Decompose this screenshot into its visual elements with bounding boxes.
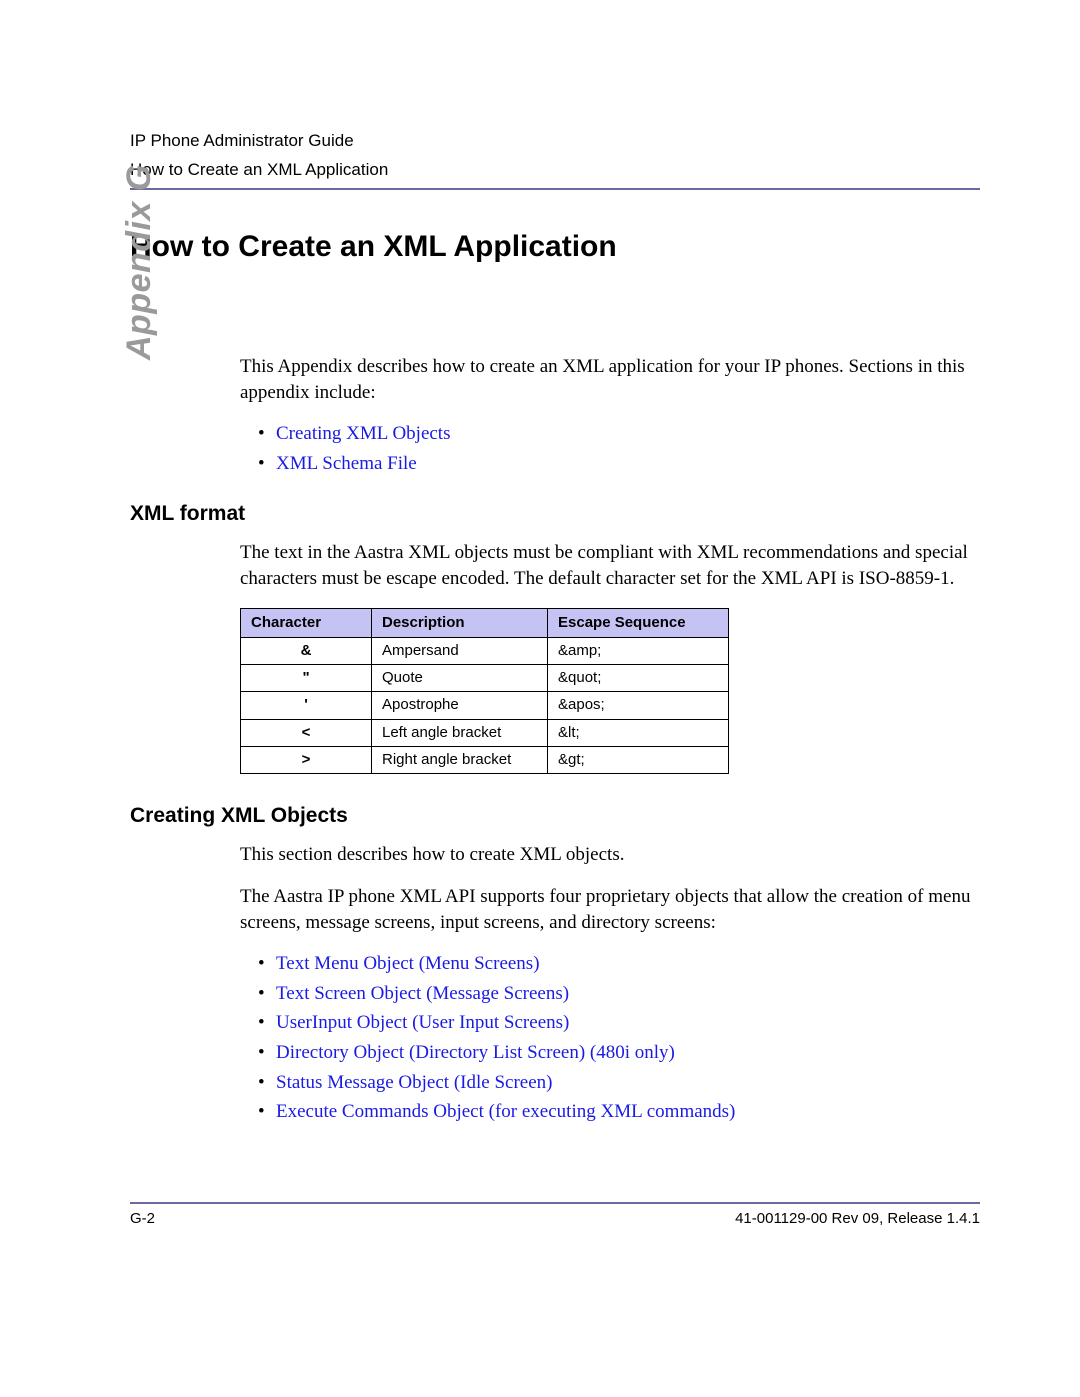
creating-objects-para1: This section describes how to create XML…	[240, 842, 980, 868]
page-footer: G-2 41-001129-00 Rev 09, Release 1.4.1	[130, 1210, 980, 1227]
cell-esc: &amp;	[548, 637, 729, 664]
table-header-description: Description	[372, 608, 548, 637]
footer-release-info: 41-001129-00 Rev 09, Release 1.4.1	[735, 1210, 980, 1227]
table-row: " Quote &quot;	[241, 665, 729, 692]
object-link-list: Text Menu Object (Menu Screens) Text Scr…	[240, 951, 980, 1125]
cell-desc: Left angle bracket	[372, 719, 548, 746]
header-rule	[130, 188, 980, 190]
table-header-character: Character	[241, 608, 372, 637]
intro-paragraph: This Appendix describes how to create an…	[240, 354, 980, 405]
table-row: > Right angle bracket &gt;	[241, 746, 729, 773]
cell-desc: Apostrophe	[372, 692, 548, 719]
cell-char: "	[241, 665, 372, 692]
running-header-line2: How to Create an XML Application	[130, 159, 980, 182]
section-xml-format-heading: XML format	[130, 502, 980, 526]
xml-format-paragraph: The text in the Aastra XML objects must …	[240, 540, 980, 591]
cell-esc: &gt;	[548, 746, 729, 773]
table-row: ' Apostrophe &apos;	[241, 692, 729, 719]
table-row: < Left angle bracket &lt;	[241, 719, 729, 746]
link-userinput-object[interactable]: UserInput Object (User Input Screens)	[276, 1012, 569, 1033]
link-directory-object[interactable]: Directory Object (Directory List Screen)…	[276, 1042, 675, 1063]
cell-desc: Quote	[372, 665, 548, 692]
running-header-line1: IP Phone Administrator Guide	[130, 130, 980, 153]
footer-page-number: G-2	[130, 1210, 155, 1227]
cell-esc: &lt;	[548, 719, 729, 746]
cell-desc: Right angle bracket	[372, 746, 548, 773]
cell-char: &	[241, 637, 372, 664]
link-creating-xml-objects[interactable]: Creating XML Objects	[276, 423, 450, 444]
link-text-screen-object[interactable]: Text Screen Object (Message Screens)	[276, 983, 569, 1004]
cell-esc: &apos;	[548, 692, 729, 719]
cell-char: <	[241, 719, 372, 746]
table-row: & Ampersand &amp;	[241, 637, 729, 664]
link-xml-schema-file[interactable]: XML Schema File	[276, 453, 417, 474]
cell-char: >	[241, 746, 372, 773]
cell-char: '	[241, 692, 372, 719]
cell-desc: Ampersand	[372, 637, 548, 664]
link-execute-commands-object[interactable]: Execute Commands Object (for executing X…	[276, 1101, 735, 1122]
appendix-label: Appendix G	[120, 164, 159, 360]
page-title: How to Create an XML Application	[130, 230, 980, 264]
intro-link-list: Creating XML Objects XML Schema File	[240, 421, 980, 476]
table-header-escape: Escape Sequence	[548, 608, 729, 637]
link-status-message-object[interactable]: Status Message Object (Idle Screen)	[276, 1072, 552, 1093]
footer-rule	[130, 1202, 980, 1204]
section-creating-xml-objects-heading: Creating XML Objects	[130, 804, 980, 828]
link-text-menu-object[interactable]: Text Menu Object (Menu Screens)	[276, 953, 540, 974]
escape-sequence-table: Character Description Escape Sequence & …	[240, 608, 729, 775]
creating-objects-para2: The Aastra IP phone XML API supports fou…	[240, 884, 980, 935]
cell-esc: &quot;	[548, 665, 729, 692]
